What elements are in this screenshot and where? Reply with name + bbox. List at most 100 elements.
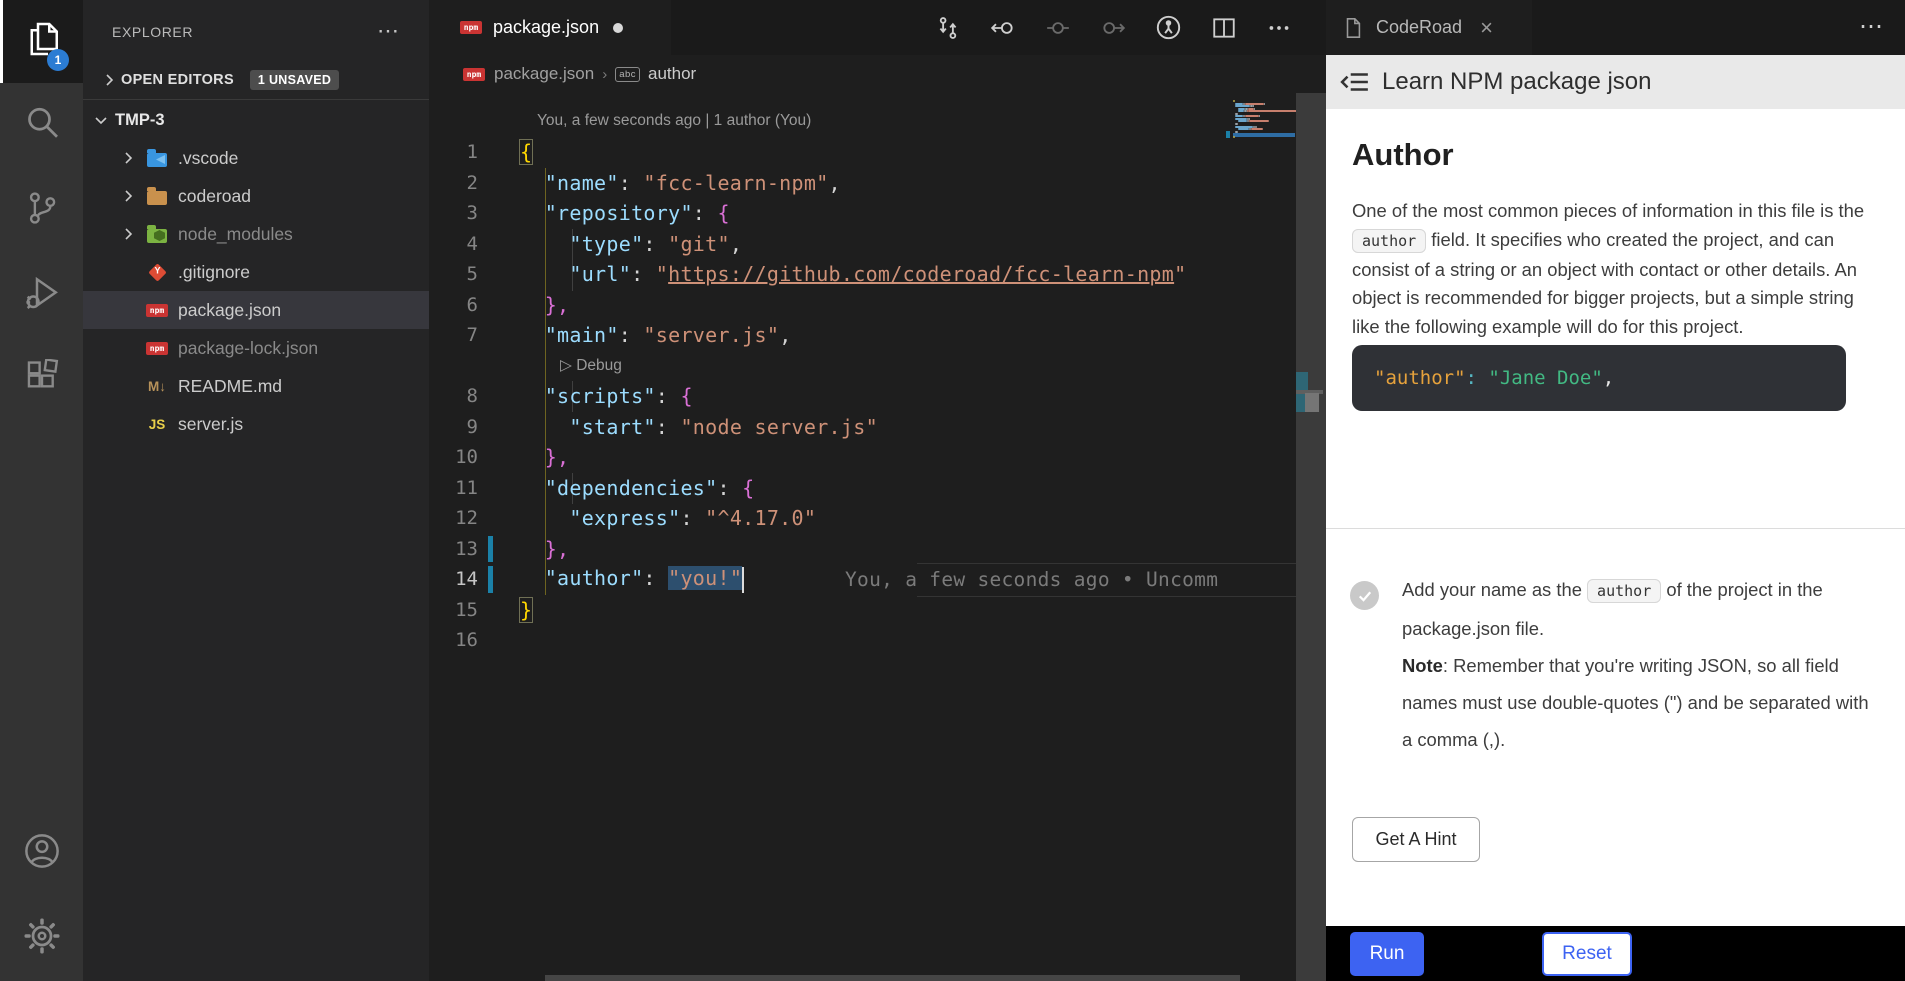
file-name: package-lock.json [178,338,318,359]
activity-bar: 1 [0,0,83,981]
workspace-root-label: TMP-3 [115,111,165,130]
activity-source-control[interactable] [0,168,83,253]
vscode-window: 1 [0,0,1905,981]
code-line-15[interactable]: 15} [429,595,1299,626]
activity-search[interactable] [0,83,83,168]
compare-changes-icon[interactable] [935,15,961,41]
change-marker-icon[interactable] [1045,15,1071,41]
close-icon[interactable]: × [1480,17,1493,39]
coderoad-panel: CodeRoad × ⋯ Learn NPM package json Auth… [1326,0,1905,981]
sidebar-more-actions-icon[interactable]: ⋯ [377,18,399,44]
chevron-right-icon [120,188,138,204]
workspace-root-folder[interactable]: TMP-3 [83,101,429,139]
code-line-13[interactable]: 13 }, [429,534,1299,565]
tutorial-header: Learn NPM package json [1326,55,1905,109]
code-editor[interactable]: You, a few seconds ago | 1 author (You)1… [429,93,1326,981]
code-line-11[interactable]: 11 "dependencies": { [429,473,1299,504]
more-actions-icon[interactable] [1266,15,1292,41]
file-type-icon: JS [145,417,169,432]
step-heading: Author [1352,137,1454,173]
file-tree-item[interactable]: M↓ README.md [83,367,429,405]
code-line-12[interactable]: 12 "express": "^4.17.0" [429,503,1299,534]
unsaved-dot-icon[interactable] [613,23,623,33]
next-change-icon[interactable] [1100,15,1126,41]
run-button[interactable]: Run [1350,932,1424,976]
tab-coderoad[interactable]: CodeRoad × [1326,0,1532,55]
code-text: }, [520,537,569,561]
file-tree-item[interactable]: npm package.json [83,291,429,329]
file-tree-item[interactable]: .gitignore [83,253,429,291]
file-type-icon [145,187,169,205]
breadcrumb-symbol[interactable]: author [648,64,696,84]
line-number: 9 [429,416,478,438]
code-line-8[interactable]: 8 "scripts": { [429,381,1299,412]
line-number: 1 [429,141,478,163]
code-text: "repository": { [520,201,730,225]
code-line-1[interactable]: 1{ [429,137,1299,168]
divider [1326,528,1905,529]
scrollbar-thumb[interactable] [1305,393,1319,412]
code-line-16[interactable]: 16 [429,625,1299,656]
code-line-10[interactable]: 10 }, [429,442,1299,473]
annotations-icon[interactable] [1155,14,1182,41]
editor-toolbar [935,0,1292,55]
task-text: Add your name as the [1402,579,1587,600]
line-number: 6 [429,294,478,316]
minimap[interactable] [1233,100,1295,152]
panel-footer: Run Reset [1326,926,1905,981]
line-number: 3 [429,202,478,224]
search-icon [22,103,62,148]
code-line-6[interactable]: 6 }, [429,290,1299,321]
description-text: One of the most common pieces of informa… [1352,200,1864,221]
step-description: One of the most common pieces of informa… [1352,197,1882,342]
file-type-icon: M↓ [145,379,169,394]
file-name: coderoad [178,186,251,207]
activity-run-debug[interactable] [0,253,83,338]
code-line-9[interactable]: 9 "start": "node server.js" [429,412,1299,443]
code-text: "name": "fcc-learn-npm", [520,171,841,195]
activity-explorer[interactable]: 1 [0,0,83,83]
account-icon [22,831,62,876]
codelens-debug[interactable]: ▷ Debug [429,351,1299,382]
chevron-right-icon: › [602,66,607,83]
code-line-3[interactable]: 3 "repository": { [429,198,1299,229]
file-type-icon [145,225,169,243]
file-tree-item[interactable]: node_modules [83,215,429,253]
horizontal-scrollbar[interactable] [545,975,1240,981]
reset-button[interactable]: Reset [1542,932,1632,976]
unsaved-badge: 1 UNSAVED [250,70,339,90]
file-tree-item[interactable]: npm package-lock.json [83,329,429,367]
coderoad-tab-label: CodeRoad [1376,17,1462,38]
breadcrumb-file[interactable]: package.json [494,64,594,84]
file-tree-item[interactable]: coderoad [83,177,429,215]
run-debug-icon [22,273,62,318]
file-name: .gitignore [178,262,250,283]
open-editors-header[interactable]: OPEN EDITORS 1 UNSAVED [83,60,429,100]
split-editor-icon[interactable] [1211,15,1237,41]
line-number: 13 [429,538,478,560]
codelens-authorship[interactable]: You, a few seconds ago | 1 author (You) [429,105,1299,137]
code-line-5[interactable]: 5 "url": "https://github.com/coderoad/fc… [429,259,1299,290]
file-type-icon [145,266,169,279]
file-tree-item[interactable]: .vscode [83,139,429,177]
get-a-hint-button[interactable]: Get A Hint [1352,817,1480,862]
more-actions-icon[interactable]: ⋯ [1859,12,1883,41]
code-line-4[interactable]: 4 "type": "git", [429,229,1299,260]
activity-settings[interactable] [0,896,83,981]
open-editors-label: OPEN EDITORS [121,72,234,88]
file-name: server.js [178,414,243,435]
line-number: 11 [429,477,478,499]
code-line-7[interactable]: 7 "main": "server.js", [429,320,1299,351]
previous-change-icon[interactable] [990,15,1016,41]
tab-package-json[interactable]: npm package.json [429,0,671,55]
line-number: 12 [429,507,478,529]
code-line-2[interactable]: 2 "name": "fcc-learn-npm", [429,168,1299,199]
activity-extensions[interactable] [0,338,83,423]
file-tree-item[interactable]: JS server.js [83,405,429,443]
code-text: "author": "you!" [520,566,744,593]
activity-account[interactable] [0,811,83,896]
back-menu-icon[interactable] [1340,69,1370,95]
code-line-14[interactable]: 14 "author": "you!"You, a few seconds ag… [429,564,1299,595]
line-number: 14 [429,568,478,590]
editor-scrollbar[interactable] [1296,93,1326,981]
